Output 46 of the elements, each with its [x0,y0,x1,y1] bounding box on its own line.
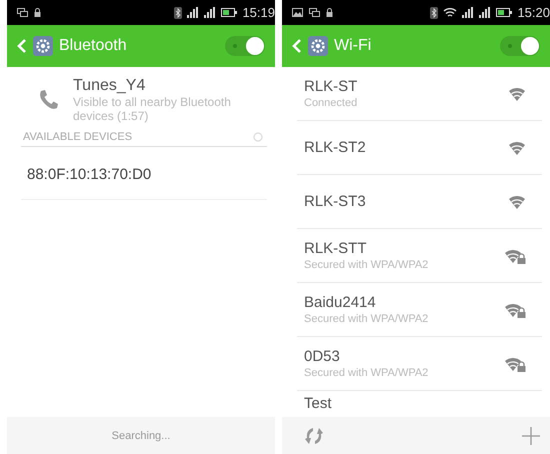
signal-icon [187,7,200,18]
windows-icon [17,8,28,17]
network-item[interactable]: RLK-ST2 [297,121,542,175]
refresh-icon[interactable] [304,426,324,446]
network-item[interactable]: 0D53 Secured with WPA/WPA2 [297,337,542,391]
signal-icon [479,7,492,18]
windows-icon [309,8,320,17]
toggle-switch[interactable] [225,36,265,56]
network-item[interactable]: Baidu2414 Secured with WPA/WPA2 [297,283,542,337]
settings-icon [33,36,53,56]
visibility-text: Visible to all nearby Bluetooth devices (1:57) [73,95,232,123]
screen-title: Wi-Fi [334,37,372,55]
bluetooth-icon [174,6,182,18]
battery-icon [221,8,238,17]
wifi-lock-icon [504,356,526,372]
wifi-icon [508,194,526,210]
back-icon[interactable] [17,38,27,54]
network-item[interactable]: RLK-STT Secured with WPA/WPA2 [297,229,542,283]
settings-icon [308,36,328,56]
network-item[interactable]: RLK-ST Connected [297,67,542,121]
clock-time: 15:19 [242,5,275,20]
spinner-icon [253,132,263,142]
network-item[interactable]: Test [297,391,542,412]
bluetooth-icon [430,6,438,18]
toggle-switch[interactable] [500,36,540,56]
image-icon [292,8,303,17]
wifi-lock-icon [504,248,526,264]
wifi-icon [508,140,526,156]
wifi-icon [443,7,458,18]
add-icon[interactable] [522,426,540,444]
phone-icon [37,89,59,111]
section-header: AVAILABLE DEVICES [23,131,132,143]
signal-icon [462,7,474,18]
screen-title: Bluetooth [59,37,128,55]
wifi-icon [508,86,526,102]
wifi-lock-icon [504,302,526,318]
clock-time: 15:20 [517,5,550,20]
network-item[interactable]: RLK-ST3 [297,175,542,229]
device-name: Tunes_Y4 [73,77,146,95]
back-icon[interactable] [292,38,302,54]
signal-icon [204,7,216,18]
device-item[interactable]: 88:0F:10:13:70:D0 [27,166,152,183]
lock-icon [34,8,41,17]
lock-icon [326,8,333,17]
status-text: Searching... [112,430,170,442]
battery-icon [496,8,512,17]
